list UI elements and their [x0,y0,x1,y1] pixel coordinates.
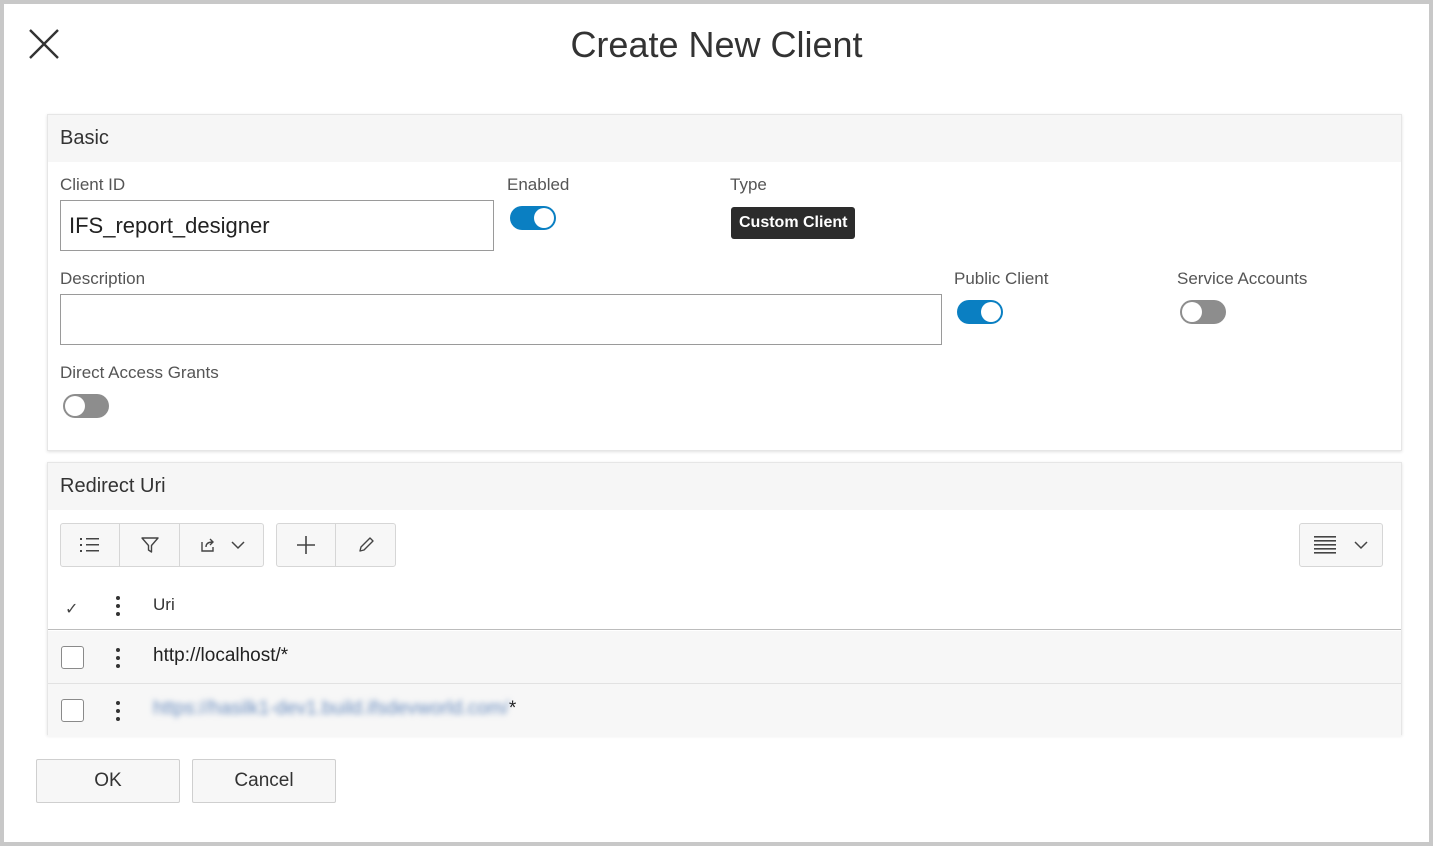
edit-icon[interactable] [336,524,395,566]
uri-visible-part: http://localhost/* [153,645,289,666]
row-menu-icon[interactable] [108,643,128,673]
edit-toolbar-group [276,523,396,567]
description-label: Description [60,269,146,288]
basic-panel: Basic Client ID IFS_report_designer Enab… [47,114,1402,451]
table-header: ✓ Uri [48,583,1401,630]
uri-column-header[interactable]: Uri [153,595,175,615]
ok-button[interactable]: OK [36,759,180,803]
enabled-toggle[interactable] [510,206,556,230]
redirect-uri-panel: Redirect Uri ✓ Uri http://localhost/* ht… [47,462,1402,737]
chevron-down-icon [230,541,245,550]
row-menu-icon[interactable] [108,696,128,726]
row-checkbox[interactable] [61,699,84,722]
service-accounts-toggle[interactable] [1180,300,1226,324]
public-client-toggle[interactable] [957,300,1003,324]
uri-blurred-part: https://hasilk1-dev1.build.ifsdevworld.c… [153,698,509,719]
dialog-title: Create New Client [570,24,863,65]
client-id-input[interactable]: IFS_report_designer [60,200,494,251]
direct-access-grants-toggle[interactable] [63,394,109,418]
public-client-label: Public Client [954,269,1049,288]
basic-panel-header: Basic [48,115,1401,162]
column-menu-icon[interactable] [108,591,128,621]
client-id-label: Client ID [60,175,126,194]
filter-icon[interactable] [120,524,180,566]
type-badge: Custom Client [731,207,856,239]
table-row[interactable]: http://localhost/* [48,631,1401,684]
chevron-down-icon [1354,541,1368,550]
toggle-knob [981,302,1001,322]
density-icon[interactable] [1300,524,1382,566]
description-input[interactable] [60,294,942,345]
select-all-check-icon[interactable]: ✓ [65,599,78,619]
uri-cell: http://localhost/* [153,645,288,667]
cancel-button[interactable]: Cancel [192,759,336,803]
service-accounts-label: Service Accounts [1177,269,1308,288]
row-checkbox[interactable] [61,646,84,669]
uri-visible-part: * [508,698,517,719]
type-label: Type [730,175,767,194]
add-icon[interactable] [277,524,336,566]
export-icon[interactable] [180,524,263,566]
table-row[interactable]: https://hasilk1-dev1.build.ifsdevworld.c… [48,684,1401,737]
enabled-label: Enabled [507,175,570,194]
create-client-dialog: Create New Client Basic Client ID IFS_re… [4,4,1429,842]
view-toolbar-group [60,523,264,567]
list-icon[interactable] [61,524,120,566]
toggle-knob [534,208,554,228]
density-toolbar-group [1299,523,1383,567]
toggle-knob [1182,302,1202,322]
uri-cell: https://hasilk1-dev1.build.ifsdevworld.c… [153,698,516,720]
direct-access-grants-label: Direct Access Grants [60,363,219,382]
toggle-knob [65,396,85,416]
redirect-uri-header: Redirect Uri [48,463,1401,510]
